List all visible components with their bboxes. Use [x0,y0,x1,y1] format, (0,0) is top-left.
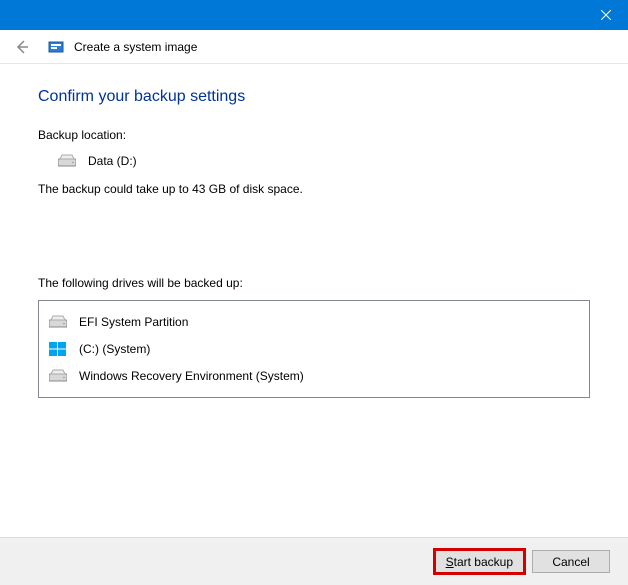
footer-bar: Start backup Cancel [0,537,628,585]
wizard-title: Create a system image [74,40,197,54]
drives-list-label: The following drives will be backed up: [38,276,590,290]
hard-drive-icon [49,315,67,329]
drive-label: (C:) (System) [79,342,150,356]
backup-location-drive: Data (D:) [38,154,590,168]
drives-list: EFI System Partition (C:) (System) [38,300,590,398]
cancel-button[interactable]: Cancel [532,550,610,573]
drive-label: Windows Recovery Environment (System) [79,369,304,383]
page-title: Confirm your backup settings [38,88,590,106]
close-button[interactable] [583,0,628,30]
hard-drive-icon [49,369,67,383]
start-backup-button[interactable]: Start backup [435,550,524,573]
space-info-text: The backup could take up to 43 GB of dis… [38,182,590,196]
hard-drive-icon [58,154,76,168]
back-button[interactable] [14,39,30,55]
list-item: (C:) (System) [49,335,579,363]
wizard-header: Create a system image [0,30,628,64]
drive-label: EFI System Partition [79,315,188,329]
back-arrow-icon [14,39,30,55]
windows-logo-icon [49,341,67,357]
list-item: EFI System Partition [49,309,579,335]
backup-location-label: Backup location: [38,128,590,142]
content-area: Confirm your backup settings Backup loca… [0,64,628,398]
backup-location-name: Data (D:) [88,154,137,168]
titlebar [0,0,628,30]
system-image-icon [48,39,64,55]
close-icon [601,10,611,20]
list-item: Windows Recovery Environment (System) [49,363,579,389]
